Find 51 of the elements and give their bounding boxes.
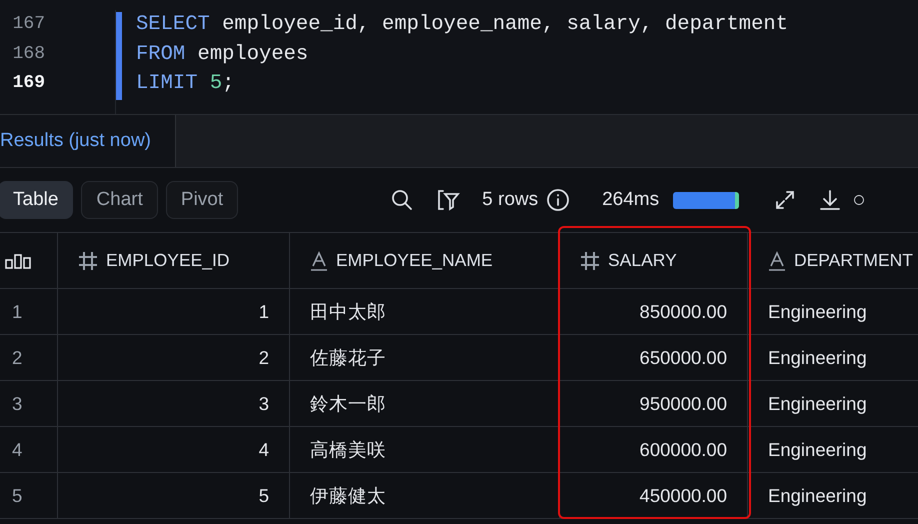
table-cell: 1	[58, 289, 290, 334]
table-cell: 850000.00	[560, 289, 748, 334]
timing-bar	[673, 192, 740, 208]
table-cell: Engineering	[748, 289, 918, 334]
row-number: 3	[0, 381, 58, 426]
column-header[interactable]: EMPLOYEE_ID	[106, 250, 230, 271]
code-line: LIMIT 5;	[136, 71, 236, 97]
line-number: 169	[12, 72, 45, 95]
column-header[interactable]: SALARY	[608, 250, 677, 271]
column-stats-icon[interactable]	[5, 252, 31, 268]
table-cell: 3	[58, 381, 290, 426]
table-cell: 高橋美咲	[290, 427, 560, 472]
info-icon[interactable]	[546, 188, 570, 212]
table-cell: 佐藤花子	[290, 335, 560, 380]
text-type-icon	[768, 250, 786, 270]
table-cell: Engineering	[748, 381, 918, 426]
view-tab[interactable]: Pivot	[166, 181, 238, 219]
row-count: 5 rows	[482, 189, 538, 211]
view-tab[interactable]: Chart	[81, 181, 158, 219]
query-duration: 264ms	[602, 189, 660, 211]
row-number: 1	[0, 289, 58, 334]
table-cell: 600000.00	[560, 427, 748, 472]
hash-icon	[78, 250, 98, 270]
column-header[interactable]: DEPARTMENT	[794, 250, 913, 271]
line-number: 168	[12, 42, 45, 66]
table-cell: Engineering	[748, 473, 918, 518]
table-cell: 650000.00	[560, 335, 748, 380]
column-header[interactable]: EMPLOYEE_NAME	[336, 250, 493, 271]
table-cell: 950000.00	[560, 381, 748, 426]
results-tab[interactable]: Results (just now)	[0, 115, 176, 167]
code-line: SELECT employee_id, employee_name, salary, department	[136, 12, 788, 38]
table-cell: 田中太郎	[290, 289, 560, 334]
download-icon[interactable]	[818, 188, 842, 212]
table-cell: 2	[58, 335, 290, 380]
table-cell: 伊藤健太	[290, 473, 560, 518]
table-cell: 5	[58, 473, 290, 518]
table-cell: 450000.00	[560, 473, 748, 518]
filter-icon[interactable]	[436, 188, 460, 212]
table-cell: 鈴木一郎	[290, 381, 560, 426]
code-line: FROM employees	[136, 42, 310, 68]
text-type-icon	[310, 250, 328, 270]
table-cell: 4	[58, 427, 290, 472]
view-tab[interactable]: Table	[0, 181, 74, 219]
table-cell: Engineering	[748, 427, 918, 472]
table-cell: Engineering	[748, 335, 918, 380]
row-number: 5	[0, 473, 58, 518]
line-number: 167	[12, 13, 45, 36]
row-number: 4	[0, 427, 58, 472]
row-number: 2	[0, 335, 58, 380]
hash-icon	[580, 250, 600, 270]
search-icon[interactable]	[390, 188, 414, 212]
